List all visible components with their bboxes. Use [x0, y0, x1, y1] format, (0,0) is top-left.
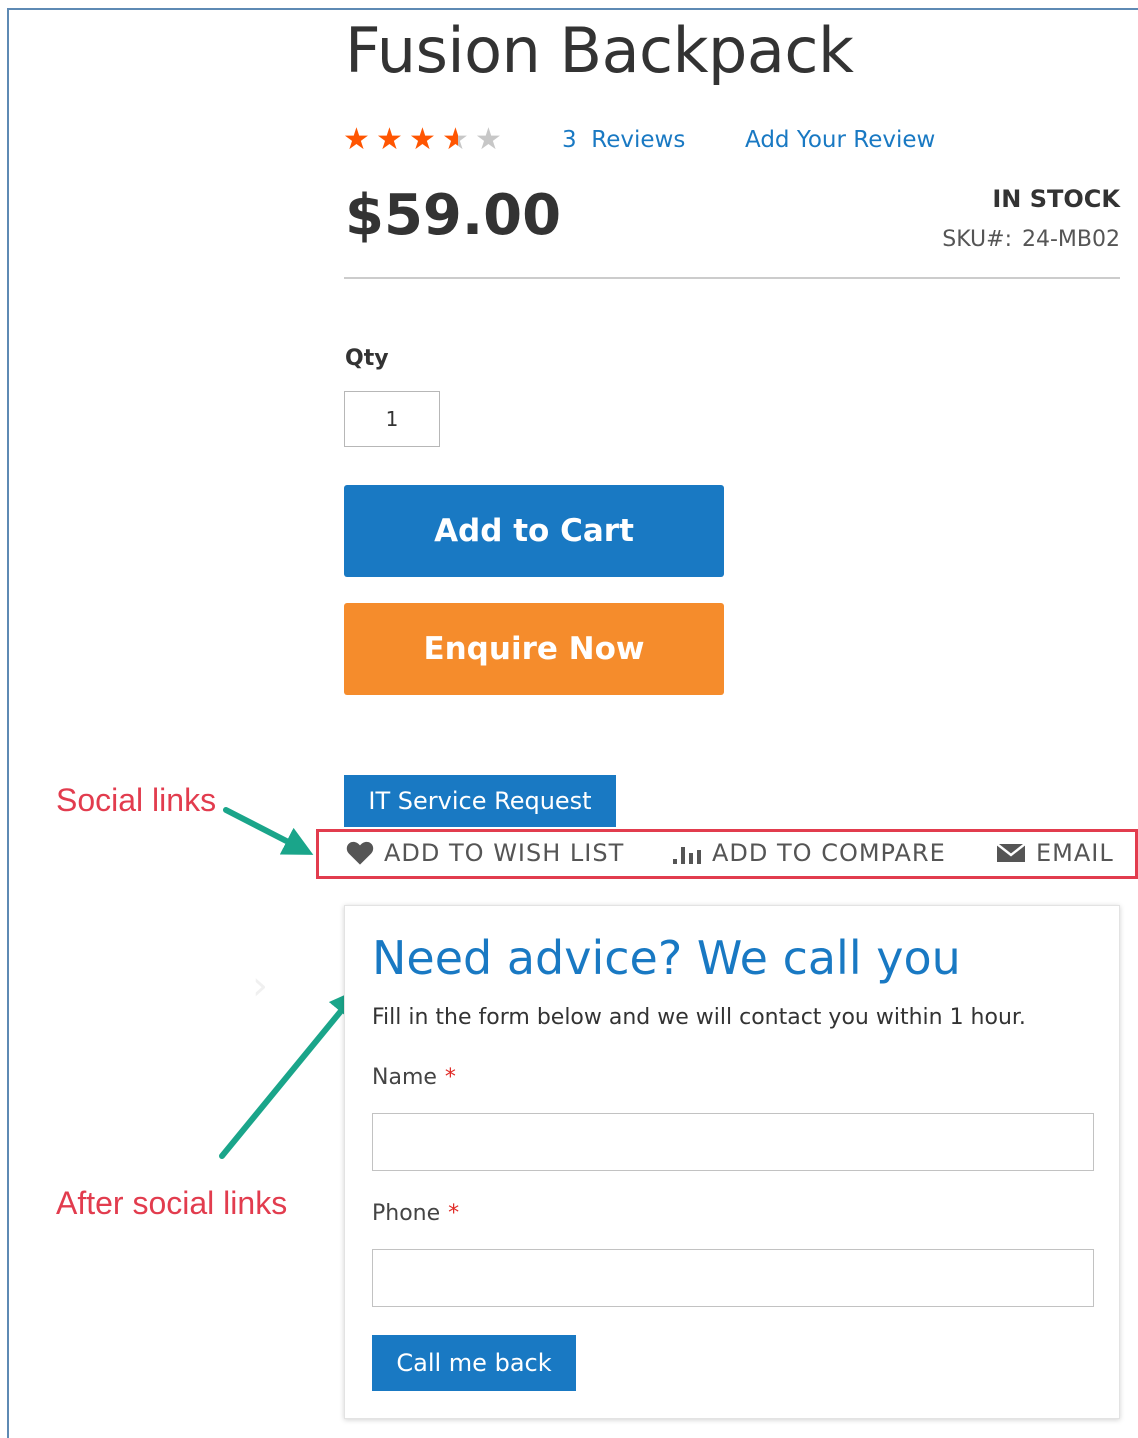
star-empty-icon: ★ — [475, 122, 502, 157]
sku-line: SKU#: 24-MB02 — [942, 224, 1120, 256]
add-review-link[interactable]: Add Your Review — [745, 124, 935, 156]
phone-field-label: Phone * — [372, 1198, 459, 1230]
star-icon: ★ — [376, 122, 403, 157]
callback-form-title: Need advice? We call you — [372, 931, 961, 985]
reviews-count: 3 — [562, 127, 577, 153]
phone-input[interactable] — [372, 1249, 1094, 1307]
frame-border-left — [7, 8, 9, 1438]
email-label: EMAIL — [1036, 839, 1114, 867]
qty-input[interactable] — [344, 391, 440, 447]
email-link[interactable]: EMAIL — [996, 836, 1114, 870]
sku-value: 24-MB02 — [1021, 227, 1120, 252]
required-marker: * — [448, 1201, 460, 1226]
annotation-social-links: Social links — [56, 782, 217, 818]
reviews-label: Reviews — [591, 127, 686, 153]
star-half-icon: ★ — [442, 118, 475, 162]
name-label-text: Name — [372, 1065, 437, 1090]
arrow-to-social-links — [223, 807, 314, 855]
star-icon: ★ — [409, 122, 436, 157]
name-field-label: Name * — [372, 1062, 456, 1094]
stock-status: IN STOCK — [992, 185, 1120, 213]
call-me-back-button[interactable]: Call me back — [372, 1335, 576, 1391]
required-marker: * — [444, 1065, 456, 1090]
chevron-right-icon: › — [252, 963, 268, 1009]
add-to-cart-button[interactable]: Add to Cart — [344, 485, 724, 577]
heart-icon — [346, 841, 374, 865]
bar-chart-icon — [673, 847, 701, 864]
rating-stars: ★ ★ ★ ★ ★ — [343, 118, 508, 162]
arrow-to-callback-form — [219, 988, 360, 1159]
callback-form-description: Fill in the form below and we will conta… — [372, 1005, 1026, 1030]
star-icon: ★ — [343, 122, 370, 157]
product-price: $59.00 — [345, 183, 562, 248]
product-title: Fusion Backpack — [345, 14, 854, 87]
qty-label: Qty — [345, 346, 389, 371]
name-input[interactable] — [372, 1113, 1094, 1171]
phone-label-text: Phone — [372, 1201, 441, 1226]
enquire-now-button[interactable]: Enquire Now — [344, 603, 724, 695]
add-to-compare-link[interactable]: ADD TO COMPARE — [672, 836, 946, 870]
wishlist-label: ADD TO WISH LIST — [384, 839, 625, 867]
envelope-icon — [996, 843, 1026, 862]
price-divider — [344, 277, 1120, 279]
it-service-request-button[interactable]: IT Service Request — [344, 775, 616, 827]
compare-label: ADD TO COMPARE — [712, 839, 946, 867]
annotation-after-social-links: After social links — [56, 1185, 288, 1221]
add-to-wishlist-link[interactable]: ADD TO WISH LIST — [346, 836, 624, 870]
sku-label: SKU#: — [942, 227, 1012, 252]
reviews-link[interactable]: 3 Reviews — [562, 124, 685, 156]
